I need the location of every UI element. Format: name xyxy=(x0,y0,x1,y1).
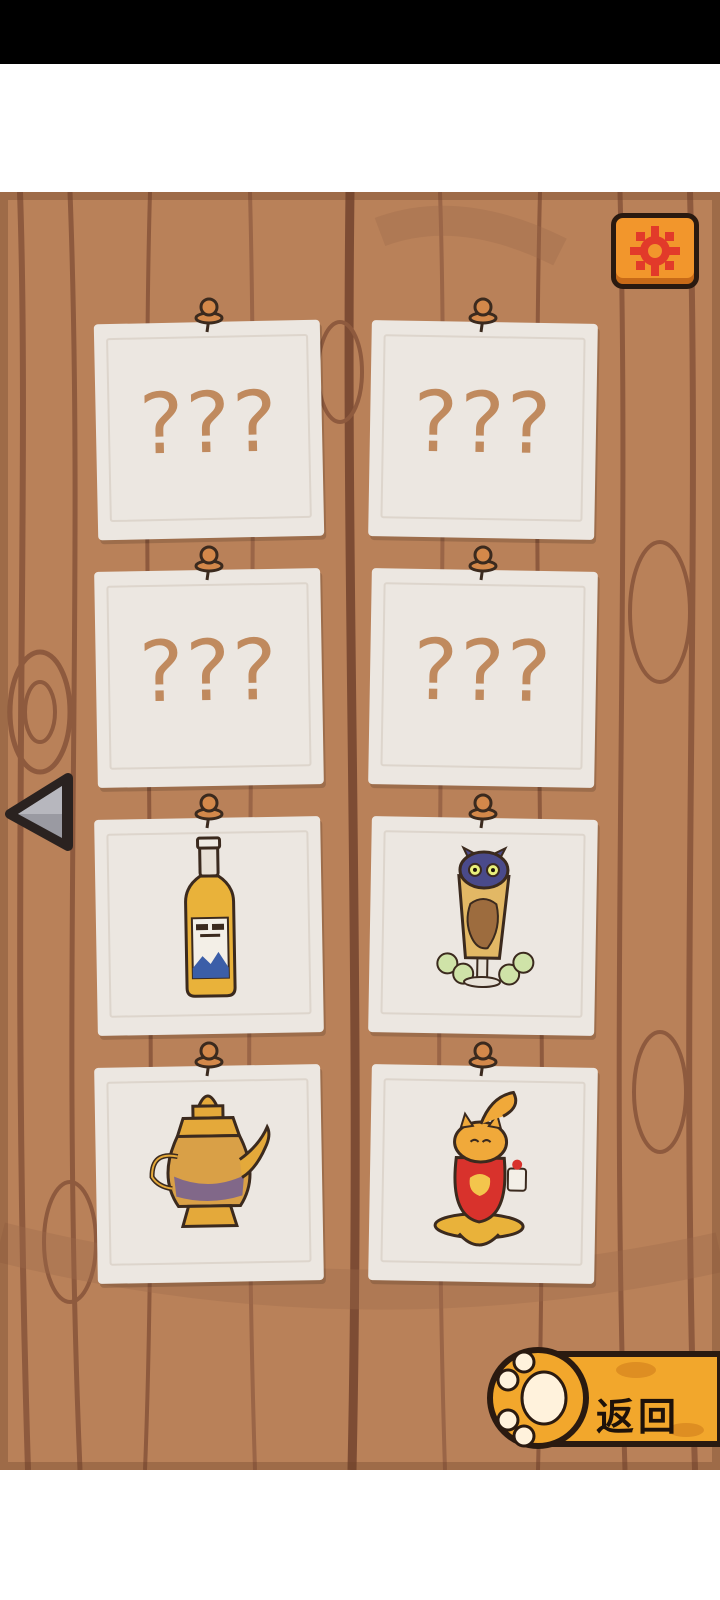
cat-glass-cup-icon xyxy=(436,845,535,989)
back-button-label[interactable]: 返回 xyxy=(596,1386,716,1441)
pushpin-icon xyxy=(468,1041,498,1077)
pushpin-icon xyxy=(194,793,224,829)
settings-button[interactable] xyxy=(611,213,699,289)
prev-page-button[interactable] xyxy=(4,772,78,852)
pushpin-icon xyxy=(194,297,224,333)
collection-card-7[interactable] xyxy=(94,1064,324,1284)
pushpin-icon xyxy=(468,793,498,829)
collection-card-8[interactable] xyxy=(368,1064,598,1284)
gear-icon xyxy=(630,226,680,276)
collection-card-1[interactable]: ??? xyxy=(93,319,325,541)
liquor-bottle-icon xyxy=(184,836,237,998)
collection-card-3[interactable]: ??? xyxy=(94,568,324,788)
pushpin-icon xyxy=(194,1041,224,1077)
collection-card-6[interactable] xyxy=(368,816,598,1036)
locked-label: ??? xyxy=(138,620,280,722)
pushpin-icon xyxy=(194,545,224,581)
locked-label: ??? xyxy=(412,620,554,722)
locked-label: ??? xyxy=(137,372,280,474)
cat-figurine-icon xyxy=(433,1090,528,1247)
pushpin-icon xyxy=(468,545,498,581)
golden-teapot-icon xyxy=(149,1094,271,1228)
top-spacer xyxy=(0,64,720,192)
collection-card-2[interactable]: ??? xyxy=(368,320,598,540)
bottom-spacer xyxy=(0,1470,720,1600)
status-bar xyxy=(0,0,720,64)
locked-label: ??? xyxy=(412,372,554,474)
collection-card-4[interactable]: ??? xyxy=(368,568,598,788)
collection-card-5[interactable] xyxy=(94,816,324,1036)
pushpin-icon xyxy=(468,297,498,333)
